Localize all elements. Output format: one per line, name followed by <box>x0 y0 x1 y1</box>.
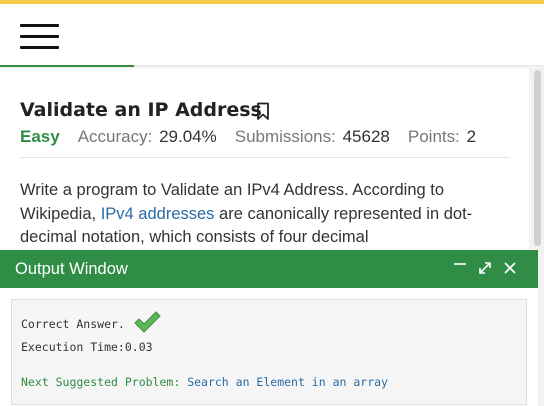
difficulty-badge: Easy <box>20 127 60 146</box>
meta-divider <box>20 157 510 158</box>
output-console: Correct Answer. Execution Time:0.03 Next… <box>11 299 527 405</box>
submissions-label: Submissions: <box>234 127 336 146</box>
output-window: Output Window Correct Answer. Execution … <box>0 250 538 406</box>
scrollbar-thumb[interactable] <box>534 70 541 246</box>
problem-panel: Validate an IP Address Easy Accuracy: 29.… <box>0 68 529 250</box>
accuracy-label: Accuracy: <box>77 127 153 146</box>
next-problem-link[interactable]: Search an Element in an array <box>187 375 388 389</box>
problem-meta: Easy Accuracy: 29.04% Submissions: 45628 Po… <box>20 127 476 147</box>
close-icon[interactable] <box>501 259 519 277</box>
problem-title: Validate an IP Address <box>20 99 262 121</box>
minimize-icon[interactable] <box>451 259 469 277</box>
active-tab-indicator <box>0 65 134 67</box>
output-window-header: Output Window <box>0 250 538 288</box>
checkmark-icon <box>134 311 161 333</box>
result-text: Correct Answer. <box>21 317 125 331</box>
points-label: Points: <box>407 127 460 146</box>
accuracy-value: 29.04% <box>159 127 217 146</box>
submissions-value: 45628 <box>342 127 390 146</box>
expand-icon[interactable] <box>476 259 494 277</box>
problem-description: Write a program to Validate an IPv4 Addr… <box>20 179 500 250</box>
hamburger-menu-icon[interactable] <box>20 22 60 52</box>
execution-time: Execution Time:0.03 <box>21 340 153 354</box>
output-window-title: Output Window <box>15 260 128 278</box>
ipv4-addresses-link[interactable]: IPv4 addresses <box>101 205 215 223</box>
points-value: 2 <box>466 127 477 146</box>
bookmark-icon[interactable] <box>256 102 270 121</box>
next-suggested-label: Next Suggested Problem: <box>21 375 181 389</box>
next-suggested-problem: Next Suggested Problem: Search an Elemen… <box>21 375 388 389</box>
top-header <box>0 4 544 66</box>
